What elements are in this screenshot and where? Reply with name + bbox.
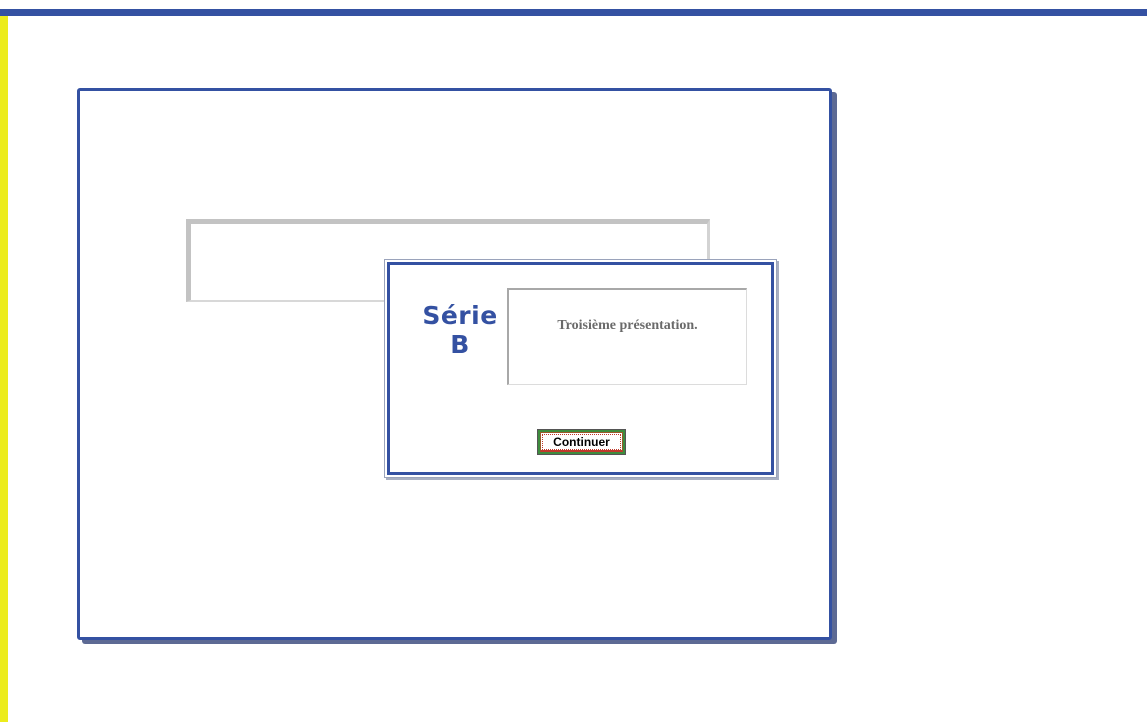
message-box: Troisième présentation. — [507, 288, 747, 385]
continue-button[interactable]: Continuer — [537, 429, 626, 455]
presentation-dialog: Série B Troisième présentation. Continue… — [387, 262, 774, 475]
message-text: Troisième présentation. — [557, 318, 698, 333]
top-accent-bar — [0, 9, 1147, 16]
serie-logo-word: Série — [422, 301, 498, 330]
left-accent-bar — [0, 16, 8, 722]
serie-logo: Série B — [415, 301, 505, 359]
serie-logo-letter: B — [450, 330, 470, 359]
continue-button-label: Continuer — [540, 432, 623, 452]
